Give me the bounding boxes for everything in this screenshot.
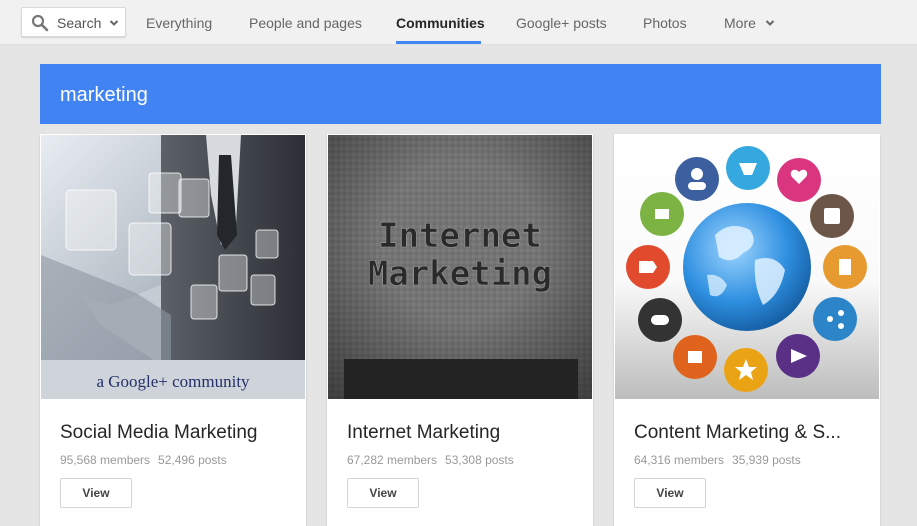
post-count: 52,496 posts [158,453,227,467]
search-icon [31,14,49,32]
image-caption: a Google+ community [96,372,250,391]
community-stats: 95,568 members 52,496 posts [60,453,227,467]
top-nav-bar: Search Everything People and pages Commu… [0,0,917,45]
view-button[interactable]: View [60,478,132,508]
chevron-down-icon [109,20,119,26]
community-cover-image[interactable]: a Google+ community [41,135,305,399]
tab-more[interactable]: More [724,15,756,31]
post-count: 35,939 posts [732,453,801,467]
search-query-banner: marketing [40,64,881,124]
community-stats: 64,316 members 35,939 posts [634,453,801,467]
community-cover-image[interactable]: Internet Marketing [328,135,592,399]
post-count: 53,308 posts [445,453,514,467]
member-count: 67,282 members [347,453,438,467]
tab-everything[interactable]: Everything [146,15,212,31]
tab-google-plus-posts[interactable]: Google+ posts [516,15,607,31]
community-title[interactable]: Content Marketing & S... [634,422,864,444]
search-button[interactable]: Search [21,7,126,37]
tab-people-and-pages[interactable]: People and pages [249,15,362,31]
view-button[interactable]: View [634,478,706,508]
tab-photos[interactable]: Photos [643,15,687,31]
search-query-text: marketing [60,84,148,106]
tab-communities[interactable]: Communities [396,15,485,31]
image-title-line1: Internet [378,216,542,256]
active-tab-indicator [396,41,481,44]
community-title[interactable]: Internet Marketing [347,422,577,444]
community-card[interactable]: a Google+ community Social Media Marketi… [40,134,306,526]
search-button-label: Search [57,15,102,31]
view-button[interactable]: View [347,478,419,508]
member-count: 64,316 members [634,453,725,467]
chevron-down-icon[interactable] [765,18,775,28]
community-cover-image[interactable] [615,135,879,399]
community-stats: 67,282 members 53,308 posts [347,453,514,467]
image-title-line2: Marketing [368,254,552,294]
community-card[interactable]: Content Marketing & S... 64,316 members 3… [614,134,880,526]
member-count: 95,568 members [60,453,151,467]
community-card[interactable]: Internet Marketing Internet Marketing 67… [327,134,593,526]
community-title[interactable]: Social Media Marketing [60,422,290,444]
